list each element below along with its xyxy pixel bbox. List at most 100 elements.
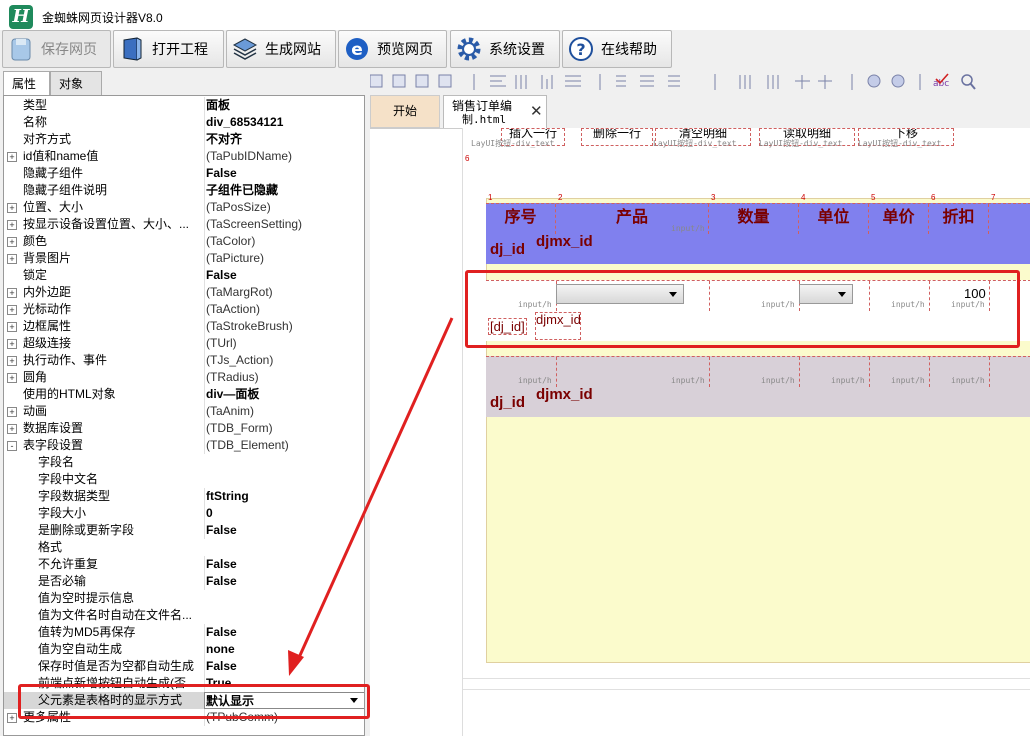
djmx-id-cell[interactable]: djmx_id: [536, 234, 593, 249]
collapse-icon[interactable]: -: [7, 441, 17, 451]
tab-objects[interactable]: 对象: [50, 71, 102, 95]
property-row[interactable]: 不允许重复 False: [4, 556, 364, 573]
property-row[interactable]: + 内外边距 (TaMargRot): [4, 284, 364, 301]
property-value[interactable]: none: [204, 641, 364, 658]
property-row[interactable]: + 边框属性 (TaStrokeBrush): [4, 318, 364, 335]
close-icon[interactable]: ✕: [530, 102, 543, 120]
dj-id-cell[interactable]: dj_id: [490, 395, 525, 410]
tab-start[interactable]: 开始: [370, 95, 440, 128]
property-row[interactable]: 是否必输 False: [4, 573, 364, 590]
col-header-price[interactable]: 单价: [869, 204, 929, 234]
expand-icon[interactable]: +: [7, 220, 17, 230]
property-row[interactable]: + 圆角 (TRadius): [4, 369, 364, 386]
id-row[interactable]: dj_id djmx_id: [486, 234, 1030, 264]
property-row[interactable]: 字段中文名: [4, 471, 364, 488]
property-row[interactable]: 值为空时提示信息: [4, 590, 364, 607]
property-value[interactable]: (TRadius): [204, 369, 364, 386]
property-row[interactable]: + 颜色 (TaColor): [4, 233, 364, 250]
expand-icon[interactable]: +: [7, 373, 17, 383]
property-value[interactable]: False: [204, 267, 364, 284]
property-row[interactable]: 隐藏子组件 False: [4, 165, 364, 182]
expand-icon[interactable]: +: [7, 254, 17, 264]
property-value[interactable]: (TaPicture): [204, 250, 364, 267]
property-value[interactable]: False: [204, 624, 364, 641]
property-value[interactable]: (TDB_Form): [204, 420, 364, 437]
property-row[interactable]: 值为空自动生成 none: [4, 641, 364, 658]
expand-icon[interactable]: +: [7, 407, 17, 417]
property-value[interactable]: (TaAction): [204, 301, 364, 318]
property-row[interactable]: 对齐方式 不对齐: [4, 131, 364, 148]
property-row[interactable]: + 光标动作 (TaAction): [4, 301, 364, 318]
property-value[interactable]: ftString: [204, 488, 364, 505]
property-value[interactable]: (TJs_Action): [204, 352, 364, 369]
property-row[interactable]: + 数据库设置 (TDB_Form): [4, 420, 364, 437]
col-header-qty[interactable]: 数量: [709, 204, 799, 234]
expand-icon[interactable]: +: [7, 237, 17, 247]
property-value[interactable]: 面板: [204, 97, 364, 114]
property-row[interactable]: 隐藏子组件说明 子组件已隐藏: [4, 182, 364, 199]
expand-icon[interactable]: +: [7, 305, 17, 315]
expand-icon[interactable]: +: [7, 424, 17, 434]
property-value[interactable]: div_68534121: [204, 114, 364, 131]
property-row[interactable]: 字段数据类型 ftString: [4, 488, 364, 505]
property-row[interactable]: + 按显示设备设置位置、大小、... (TaScreenSetting): [4, 216, 364, 233]
property-value[interactable]: (TaScreenSetting): [204, 216, 364, 233]
expand-icon[interactable]: +: [7, 713, 17, 723]
property-row[interactable]: 名称 div_68534121: [4, 114, 364, 131]
expand-icon[interactable]: +: [7, 356, 17, 366]
preview-page-button[interactable]: e 预览网页: [338, 30, 447, 68]
property-value[interactable]: (TaAnim): [204, 403, 364, 420]
property-value[interactable]: False: [204, 573, 364, 590]
property-row[interactable]: + 执行动作、事件 (TJs_Action): [4, 352, 364, 369]
property-row[interactable]: 是删除或更新字段 False: [4, 522, 364, 539]
property-row[interactable]: + 动画 (TaAnim): [4, 403, 364, 420]
property-row[interactable]: 格式: [4, 539, 364, 556]
property-row[interactable]: + 位置、大小 (TaPosSize): [4, 199, 364, 216]
property-row[interactable]: + 背景图片 (TaPicture): [4, 250, 364, 267]
tab-properties[interactable]: 属性: [3, 71, 50, 96]
property-row[interactable]: 使用的HTML对象 div—面板: [4, 386, 364, 403]
online-help-button[interactable]: ? 在线帮助: [562, 30, 672, 68]
tab-document[interactable]: 销售订单编 制.html ✕: [443, 95, 547, 128]
col-header-discount[interactable]: 折扣: [929, 204, 989, 234]
expand-icon[interactable]: +: [7, 203, 17, 213]
property-value[interactable]: 子组件已隐藏: [204, 182, 364, 199]
dj-id-cell[interactable]: dj_id: [490, 242, 525, 257]
system-settings-button[interactable]: 系统设置: [450, 30, 560, 68]
djmx-id-cell[interactable]: djmx_id: [536, 387, 593, 402]
property-row[interactable]: 类型 面板: [4, 97, 364, 114]
property-value[interactable]: (TUrl): [204, 335, 364, 352]
property-value[interactable]: 不对齐: [204, 131, 364, 148]
property-value[interactable]: 0: [204, 505, 364, 522]
col-header-unit[interactable]: 单位: [799, 204, 869, 234]
expand-icon[interactable]: +: [7, 322, 17, 332]
property-row[interactable]: + 超级连接 (TUrl): [4, 335, 364, 352]
delete-row-button[interactable]: 删除一行: [581, 128, 653, 146]
save-page-button[interactable]: 保存网页: [2, 30, 111, 68]
property-value[interactable]: div—面板: [204, 386, 364, 403]
property-value[interactable]: False: [204, 658, 364, 675]
property-value[interactable]: False: [204, 556, 364, 573]
property-row[interactable]: 字段名: [4, 454, 364, 471]
table-header-row[interactable]: 序号 产品 数量 单位 单价 折扣 input/h: [486, 203, 1030, 235]
property-value[interactable]: False: [204, 165, 364, 182]
property-row[interactable]: 字段大小 0: [4, 505, 364, 522]
form-panel[interactable]: [486, 198, 1030, 663]
property-value[interactable]: False: [204, 522, 364, 539]
property-value[interactable]: (TaStrokeBrush): [204, 318, 364, 335]
property-value[interactable]: (TaMargRot): [204, 284, 364, 301]
align-tools-icons[interactable]: abc: [370, 71, 1030, 95]
expand-icon[interactable]: +: [7, 152, 17, 162]
property-row[interactable]: 值为文件名时自动在文件名...: [4, 607, 364, 624]
property-value[interactable]: (TDB_Element): [204, 437, 364, 454]
property-row[interactable]: + id值和name值 (TaPubIDName): [4, 148, 364, 165]
col-header-seq[interactable]: 序号: [486, 204, 556, 234]
property-value[interactable]: (TaPosSize): [204, 199, 364, 216]
property-row[interactable]: - 表字段设置 (TDB_Element): [4, 437, 364, 454]
table-template-row[interactable]: input/h input/h input/h input/h input/h …: [486, 356, 1030, 388]
generate-site-button[interactable]: 生成网站: [226, 30, 336, 68]
design-canvas[interactable]: 插入一行 删除一行 清空明细 读取明细 下移 LayUI按钮-div_text …: [462, 128, 1030, 736]
property-row[interactable]: 值转为MD5再保存 False: [4, 624, 364, 641]
open-project-button[interactable]: 打开工程: [113, 30, 224, 68]
expand-icon[interactable]: +: [7, 288, 17, 298]
